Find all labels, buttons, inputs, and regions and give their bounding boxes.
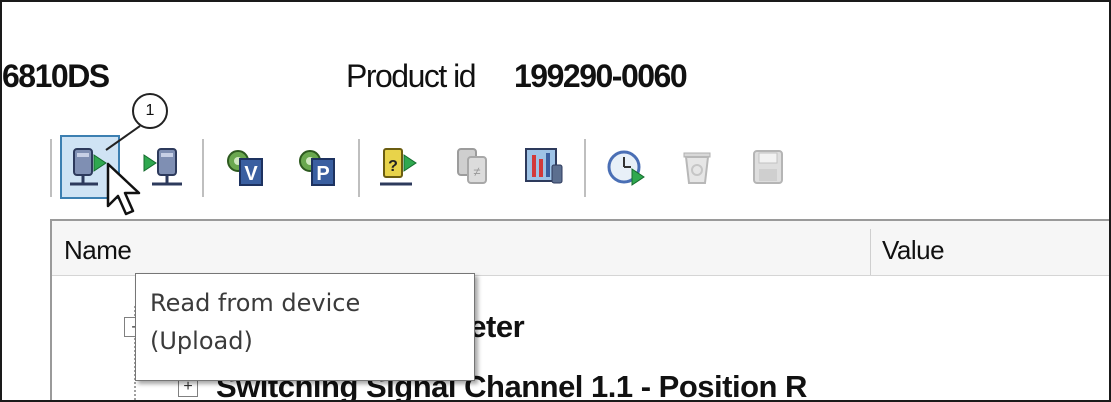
device-name: 6810DS xyxy=(2,58,110,94)
verify-icon: V xyxy=(227,150,263,186)
svg-text:≠: ≠ xyxy=(473,164,480,179)
mouse-pointer-icon xyxy=(106,162,141,216)
monitor-button[interactable] xyxy=(514,135,574,199)
column-header-value[interactable]: Value xyxy=(882,235,945,266)
save-button[interactable] xyxy=(738,135,798,199)
clock-play-button[interactable] xyxy=(596,135,656,199)
column-header-name[interactable]: Name xyxy=(64,235,132,266)
monitor-chart-icon xyxy=(525,148,563,184)
clock-play-icon xyxy=(607,150,645,186)
print-parameters-button[interactable]: P xyxy=(286,135,346,199)
callout-marker: 1 xyxy=(132,93,168,129)
toolbar-separator xyxy=(50,139,53,197)
tooltip-line: Read from device xyxy=(150,289,361,317)
tooltip-line: (Upload) xyxy=(150,327,253,355)
column-divider[interactable] xyxy=(870,229,871,275)
product-id-label: Product id xyxy=(346,58,477,94)
svg-text:P: P xyxy=(316,163,329,185)
callout-number: 1 xyxy=(145,102,155,119)
compare-device-button[interactable]: ≠ xyxy=(442,135,502,199)
verify-button[interactable]: V xyxy=(214,135,274,199)
compare-device-icon: ≠ xyxy=(457,148,487,184)
tooltip: Read from device (Upload) xyxy=(135,273,475,381)
grid-header: Name Value xyxy=(52,221,1109,276)
save-disk-icon xyxy=(753,150,783,184)
svg-text:?: ? xyxy=(388,158,398,175)
app-window: 6810DS Product id 199290-0060 V P ? ≠ Na… xyxy=(0,0,1111,402)
svg-text:V: V xyxy=(244,163,258,185)
identify-device-icon: ? xyxy=(380,148,417,186)
identify-device-button[interactable]: ? xyxy=(370,135,430,199)
delete-button[interactable] xyxy=(668,135,728,199)
toolbar-separator xyxy=(202,139,205,197)
toolbar-separator xyxy=(358,139,361,197)
product-id-value: 199290-0060 xyxy=(514,58,688,94)
write-to-device-icon xyxy=(143,148,182,186)
parameter-p-icon: P xyxy=(299,150,335,186)
trash-icon xyxy=(683,152,711,184)
toolbar-separator xyxy=(584,139,587,197)
